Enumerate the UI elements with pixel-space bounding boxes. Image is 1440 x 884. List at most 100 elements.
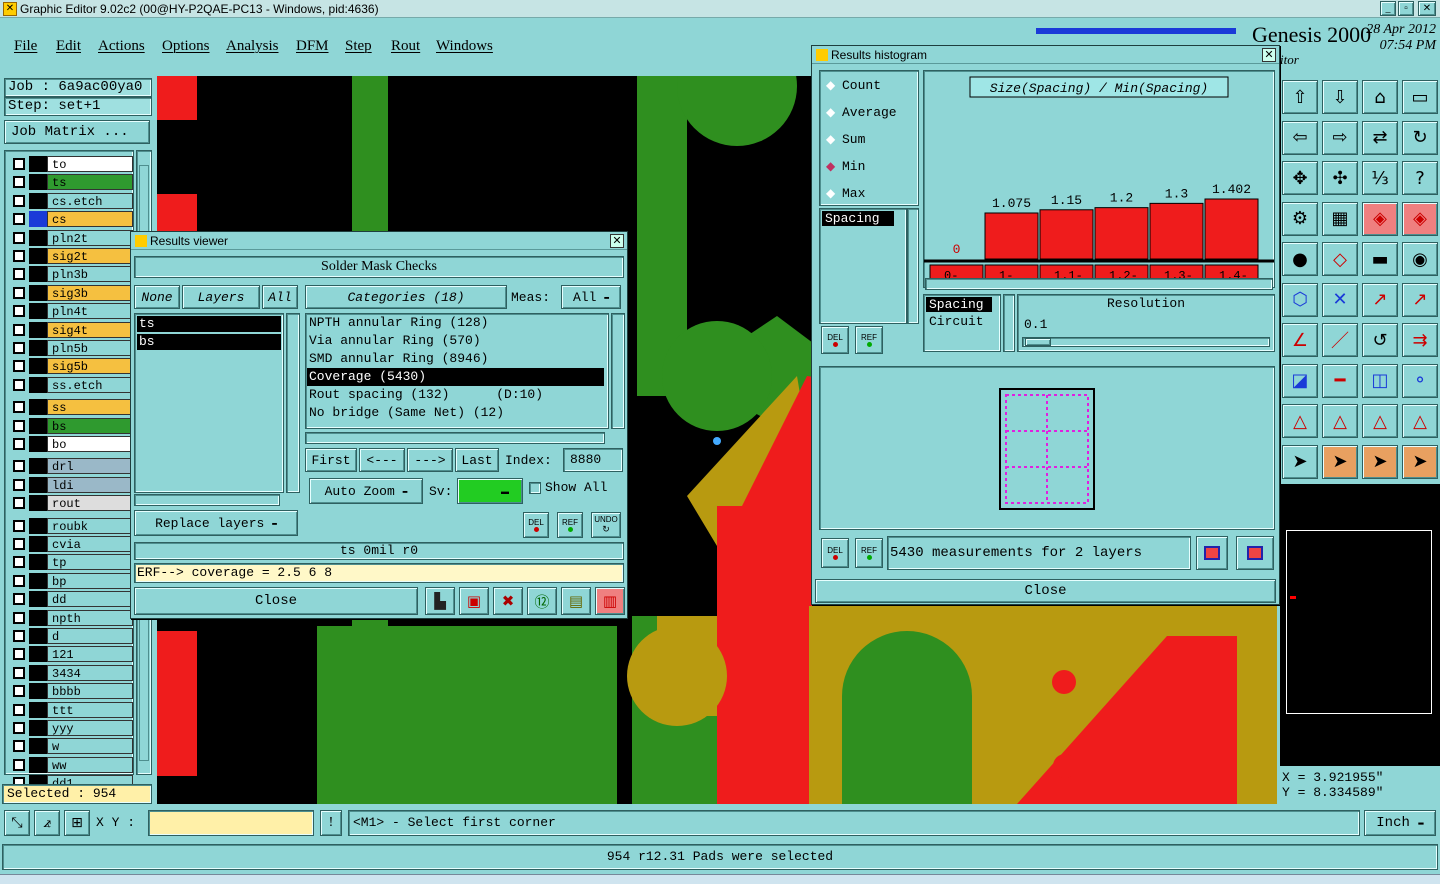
auto-zoom-select[interactable]: Auto Zoom ▬	[309, 478, 423, 504]
layer-row[interactable]: bp	[11, 572, 133, 589]
layer-results-list[interactable]: ts bs	[134, 313, 284, 493]
settings-icon[interactable]: ⚙	[1282, 201, 1318, 236]
layer-checkbox[interactable]	[13, 438, 25, 450]
layer-row[interactable]: ts	[11, 174, 133, 191]
snap-icon[interactable]: ⤡	[4, 810, 30, 836]
layer-row[interactable]: sig2t	[11, 248, 133, 264]
layer-checkbox[interactable]	[13, 323, 25, 336]
layer-checkbox[interactable]	[13, 538, 25, 550]
layer-checkbox[interactable]	[13, 630, 25, 642]
ruler-icon[interactable]: ▬	[1362, 242, 1398, 276]
angle-icon[interactable]: ∠	[1282, 323, 1318, 357]
close-icon[interactable]: ✕	[1418, 1, 1436, 16]
unit-select[interactable]: Inch ▬	[1364, 810, 1436, 836]
layer-checkbox[interactable]	[13, 685, 25, 698]
histogram-icon[interactable]: ▥	[595, 587, 625, 615]
layer-checkbox[interactable]	[13, 213, 25, 226]
select-icon[interactable]: ◈	[1402, 201, 1438, 236]
histogram-close-button[interactable]: Close	[815, 579, 1276, 603]
scale-icon[interactable]: ⅓	[1362, 161, 1398, 195]
maximize-icon[interactable]: ▫	[1398, 1, 1414, 16]
minimize-icon[interactable]: _	[1380, 1, 1396, 16]
layer-checkbox[interactable]	[13, 401, 25, 414]
aggregate-option-average[interactable]: ◆ Average	[826, 102, 897, 122]
grid-icon[interactable]: ▦	[1322, 201, 1358, 236]
layer-checkbox[interactable]	[13, 478, 25, 491]
circle-icon[interactable]: ●	[1282, 242, 1318, 276]
last-button[interactable]: Last	[455, 448, 499, 472]
center-icon[interactable]: ✣	[1322, 161, 1358, 195]
window-icon[interactable]: ◫	[1362, 363, 1398, 398]
prev-del-button[interactable]: DEL	[821, 538, 849, 568]
layer-checkbox[interactable]	[13, 460, 25, 473]
overview-panel[interactable]	[1280, 484, 1440, 766]
layer-checkbox[interactable]	[13, 250, 25, 262]
index-input[interactable]: 8880	[563, 448, 623, 472]
layer-row[interactable]: pln4t	[11, 303, 133, 320]
split-icon[interactable]: ⇉	[1402, 323, 1438, 357]
layer-row[interactable]: ttt	[11, 701, 133, 718]
layer-row[interactable]: cs	[11, 211, 133, 228]
histogram-bar[interactable]	[1204, 198, 1259, 260]
layer-row[interactable]: 3434	[11, 664, 133, 681]
category-item[interactable]: No bridge (Same Net) (12)	[307, 404, 604, 422]
result-layer-item[interactable]: bs	[137, 334, 281, 350]
layer-checkbox[interactable]	[13, 360, 25, 373]
category-item[interactable]: SMD annular Ring (8946)	[307, 350, 604, 368]
replace-layers-select[interactable]: Replace layers ▬	[134, 510, 298, 536]
undo-button[interactable]: UNDO ↻	[591, 512, 621, 538]
prev-ref-button[interactable]: REF	[855, 538, 883, 568]
layer-row[interactable]: npth	[11, 609, 133, 626]
layer-row[interactable]: drl	[11, 458, 133, 475]
layer-row[interactable]: sig4t	[11, 321, 133, 338]
filter-icon[interactable]: ⑫	[527, 587, 557, 615]
layer-row[interactable]: sig3b	[11, 284, 133, 301]
ref-button[interactable]: REF	[557, 512, 583, 538]
swap-icon[interactable]: ⇄	[1362, 120, 1398, 155]
layer-row[interactable]: ldi	[11, 476, 133, 493]
layer-checkbox[interactable]	[13, 286, 25, 299]
aggregate-option-min[interactable]: ◆ Min	[826, 156, 865, 176]
left-icon[interactable]: ⇦	[1282, 120, 1318, 155]
aggregate-option-sum[interactable]: ◆ Sum	[826, 129, 865, 149]
diamond-icon[interactable]: ◇	[1322, 242, 1358, 276]
menu-file[interactable]: File	[14, 38, 37, 55]
pointer-icon[interactable]: ➤	[1402, 444, 1438, 479]
layer-row[interactable]: pln3b	[11, 266, 133, 283]
category-item[interactable]: NPTH annular Ring (128)	[307, 314, 604, 332]
first-button[interactable]: First	[305, 448, 357, 472]
layer-checkbox[interactable]	[13, 176, 25, 189]
category-item[interactable]: Via annular Ring (570)	[307, 332, 604, 350]
layer-row[interactable]: pln5b	[11, 340, 133, 356]
triangle-icon[interactable]: △	[1282, 404, 1318, 438]
categories-button[interactable]: Categories (18)	[305, 285, 507, 309]
layer-checkbox[interactable]	[13, 342, 25, 354]
group-scroll[interactable]	[1003, 294, 1015, 352]
layer-row[interactable]: bo	[11, 436, 133, 452]
layer-row[interactable]: 121	[11, 646, 133, 663]
line-icon[interactable]: ↗	[1402, 282, 1438, 317]
category-vscroll[interactable]	[611, 313, 625, 429]
layer-checkbox[interactable]	[13, 194, 25, 207]
result-layer-item[interactable]: ts	[137, 316, 281, 332]
target-icon[interactable]: ◉	[1402, 242, 1438, 276]
histogram-bar[interactable]	[1094, 207, 1149, 260]
triangle-icon[interactable]: △	[1322, 404, 1358, 438]
job-matrix-button[interactable]: Job Matrix ...	[4, 120, 150, 144]
layer-checkbox[interactable]	[13, 378, 25, 391]
none-button[interactable]: None	[134, 285, 180, 309]
category-item[interactable]: Rout spacing (132) (D:10)	[307, 386, 604, 404]
layer-checkbox[interactable]	[13, 268, 25, 281]
layer-results-vscroll[interactable]	[286, 313, 300, 493]
category-hscroll[interactable]	[305, 432, 605, 444]
layer-checkbox[interactable]	[13, 231, 25, 244]
pan-icon[interactable]: ✥	[1282, 161, 1318, 195]
layer-checkbox[interactable]	[13, 703, 25, 716]
layer-row[interactable]: sig5b	[11, 358, 133, 375]
layer-row[interactable]: cs.etch	[11, 192, 133, 209]
histogram-bar[interactable]	[1039, 209, 1094, 260]
rotate-icon[interactable]: ↻	[1402, 120, 1438, 155]
move-down-icon[interactable]: ⇩	[1322, 80, 1358, 114]
slider-thumb[interactable]	[1025, 338, 1051, 346]
layer-row[interactable]: dd	[11, 591, 133, 608]
